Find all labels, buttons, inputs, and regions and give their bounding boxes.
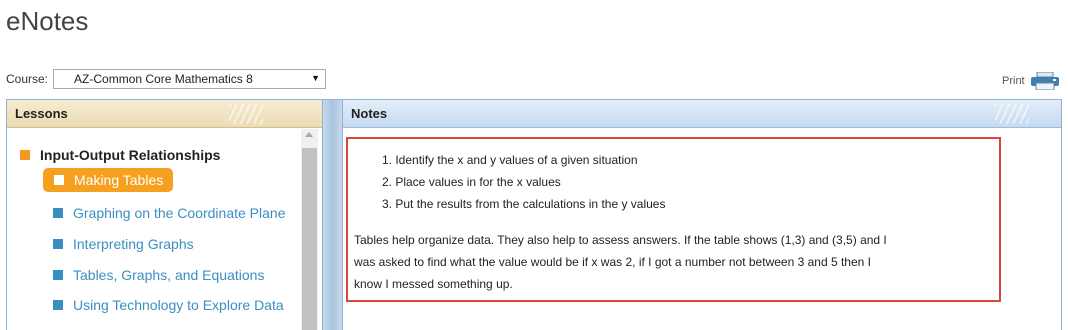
square-bullet-icon	[53, 300, 63, 310]
scroll-up-icon[interactable]	[305, 132, 313, 137]
lesson-item-label: Graphing on the Coordinate Plane	[73, 205, 286, 221]
lesson-item-label: Making Tables	[74, 172, 164, 188]
course-select[interactable]: AZ-Common Core Mathematics 8 ▼	[53, 69, 327, 89]
header-pattern	[995, 104, 1029, 124]
lesson-item-label: Tables, Graphs, and Equations	[73, 267, 265, 283]
notes-paragraph-line: was asked to find what the value would b…	[354, 255, 871, 269]
notes-panel: Notes 1. Identify the x and y values of …	[343, 100, 1061, 330]
lessons-title: Lessons	[15, 106, 68, 121]
print-button[interactable]: Print	[1002, 72, 1060, 90]
square-bullet-icon	[53, 270, 63, 280]
printer-icon	[1030, 72, 1059, 90]
print-label: Print	[1002, 75, 1025, 87]
lesson-group-label: Input-Output Relationships	[40, 147, 221, 163]
lesson-item-interpreting-graphs[interactable]: Interpreting Graphs	[53, 236, 194, 252]
lesson-item-label: Using Technology to Explore Data	[73, 297, 284, 313]
notes-title: Notes	[351, 106, 388, 121]
notes-step: 2. Place values in for the x values	[382, 175, 561, 189]
notes-paragraph: Tables help organize data. They also hel…	[354, 229, 999, 295]
course-label: Course:	[6, 72, 49, 86]
chevron-down-icon: ▼	[311, 73, 321, 83]
lesson-item-graphing-coordinate-plane[interactable]: Graphing on the Coordinate Plane	[53, 205, 285, 221]
course-select-value: AZ-Common Core Mathematics 8	[74, 72, 253, 86]
scroll-thumb[interactable]	[302, 148, 317, 330]
lesson-item-making-tables[interactable]: Making Tables	[43, 168, 174, 192]
lesson-item-label: Interpreting Graphs	[73, 236, 194, 252]
header-pattern	[229, 104, 263, 124]
notes-content[interactable]: 1. Identify the x and y values of a give…	[346, 137, 1001, 302]
notes-paragraph-line: Tables help organize data. They also hel…	[354, 233, 887, 247]
lesson-item-technology-explore-data[interactable]: Using Technology to Explore Data	[53, 297, 284, 313]
notes-step: 3. Put the results from the calculations…	[382, 197, 666, 211]
notes-steps-list: 1. Identify the x and y values of a give…	[382, 149, 999, 215]
lessons-header: Lessons	[7, 100, 322, 128]
square-bullet-icon	[53, 208, 63, 218]
notes-paragraph-line: know I messed something up.	[354, 277, 513, 291]
course-selector-row: Course: AZ-Common Core Mathematics 8 ▼	[6, 69, 327, 89]
notes-step: 1. Identify the x and y values of a give…	[382, 153, 638, 167]
square-bullet-icon	[54, 175, 64, 185]
enotes-frame: Lessons Input-Output Relationships Makin…	[6, 99, 1062, 330]
app-title: eNotes	[6, 6, 89, 36]
lesson-item-tables-graphs-equations[interactable]: Tables, Graphs, and Equations	[53, 267, 264, 283]
square-bullet-icon	[20, 150, 30, 160]
panel-splitter[interactable]	[322, 100, 343, 330]
notes-header: Notes	[343, 100, 1061, 128]
lessons-scrollbar[interactable]	[301, 129, 318, 330]
square-bullet-icon	[53, 239, 63, 249]
lesson-group-input-output[interactable]: Input-Output Relationships	[20, 147, 220, 163]
